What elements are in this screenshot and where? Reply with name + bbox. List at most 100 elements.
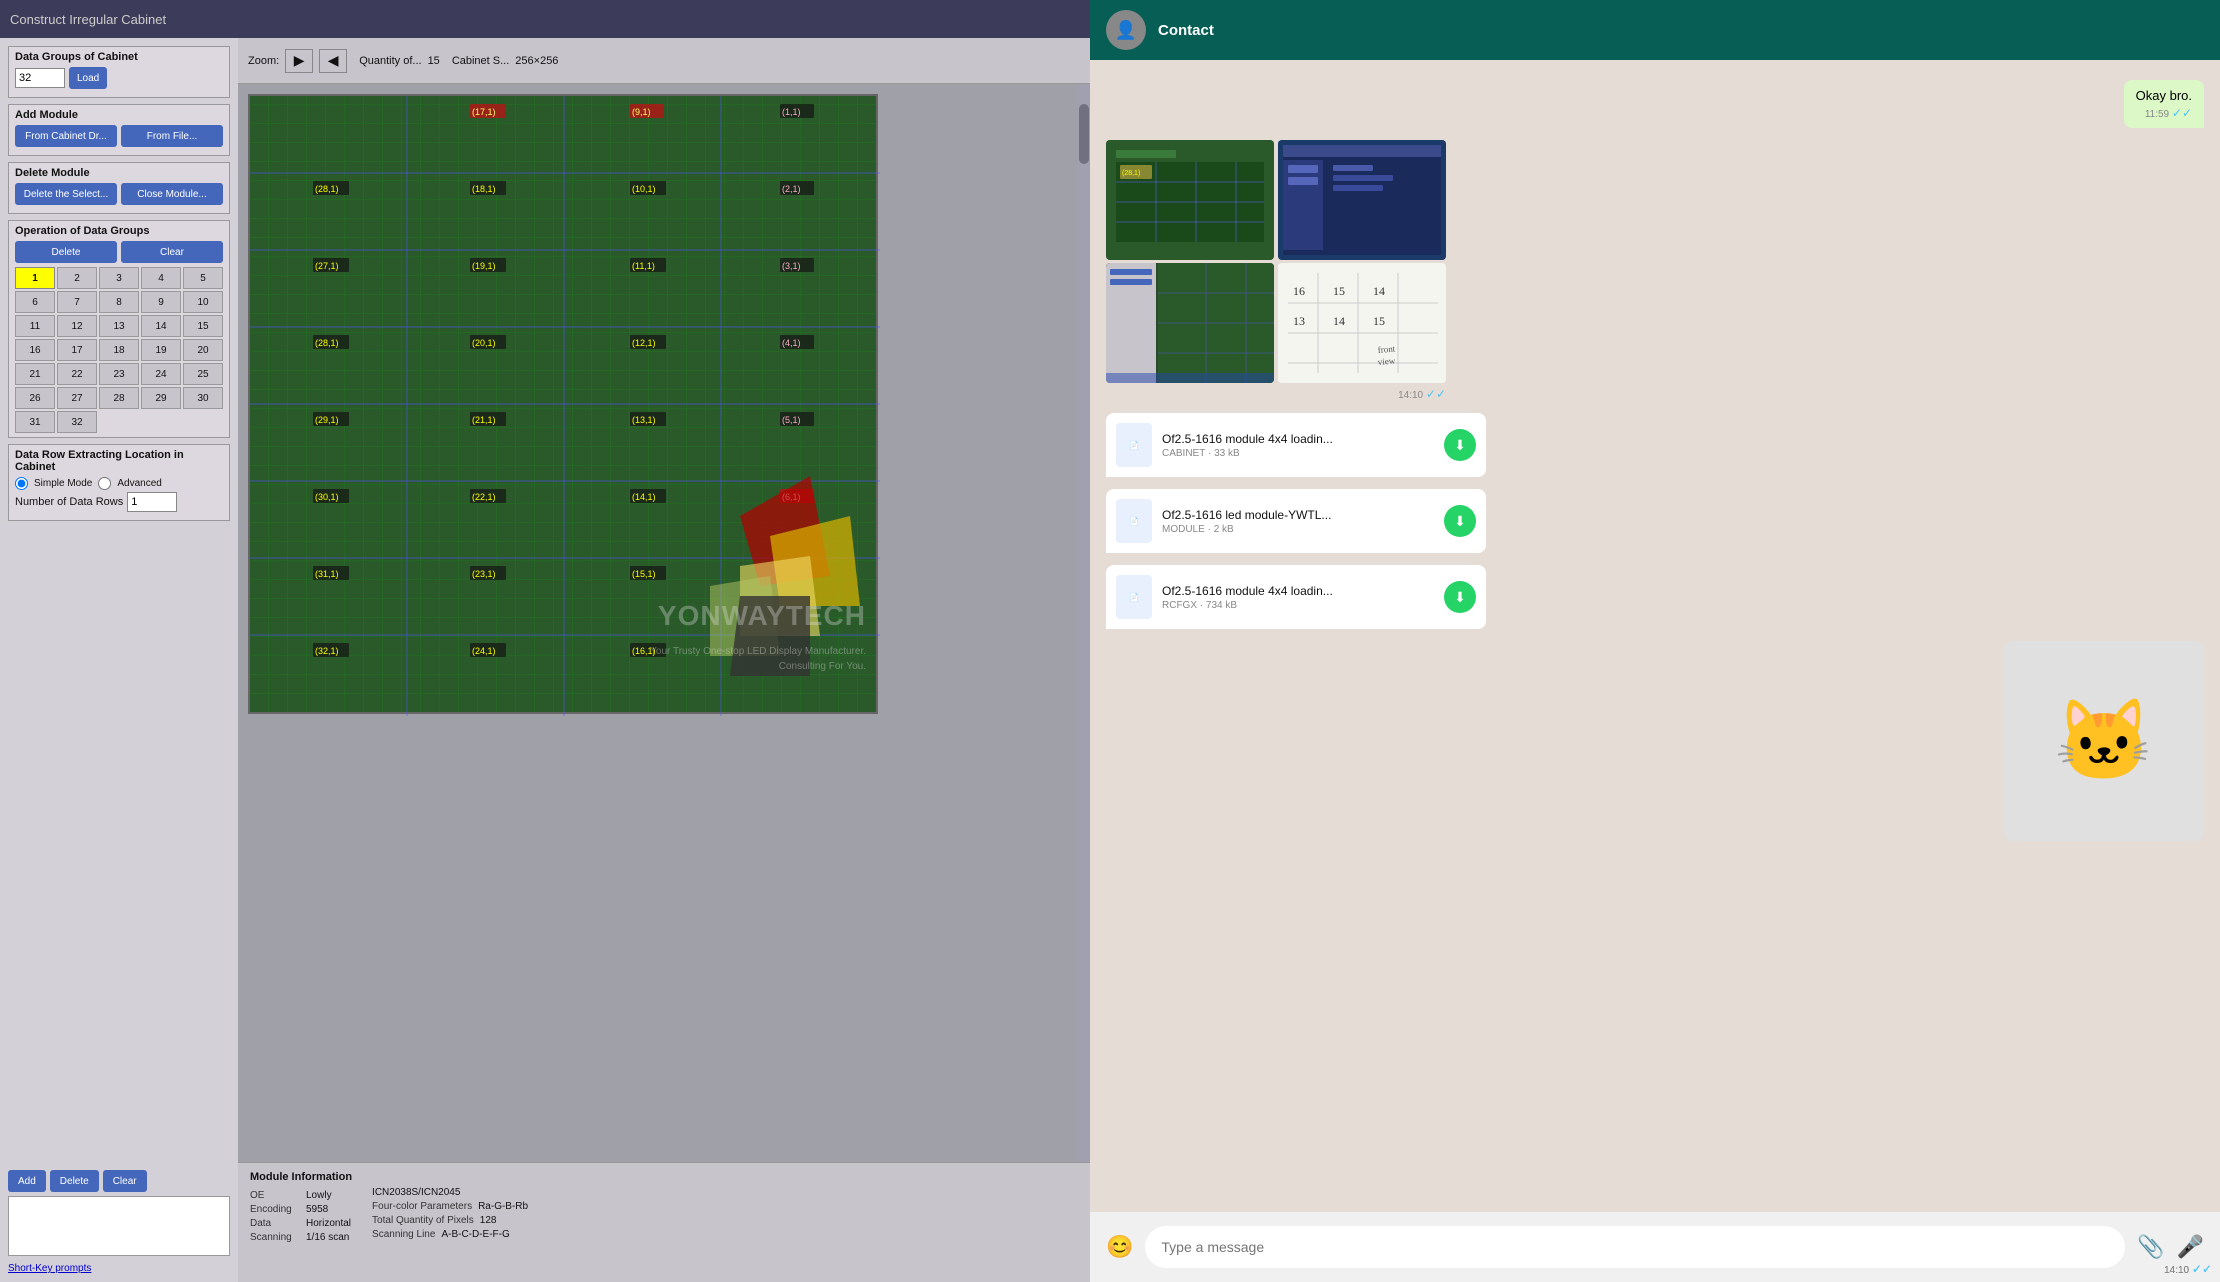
svg-text:(16,1): (16,1) — [632, 646, 656, 656]
svg-text:(22,1): (22,1) — [472, 492, 496, 502]
file-details-1: Of2.5-1616 module 4x4 loadin... CABINET … — [1162, 432, 1434, 459]
image-grid: (28,1) — [1106, 140, 1446, 383]
file-name-2: Of2.5-1616 led module-YWTL... — [1162, 508, 1434, 522]
window-titlebar: Construct Irregular Cabinet — [0, 0, 1090, 38]
load-button[interactable]: Load — [69, 67, 107, 89]
scroll-thumb[interactable] — [1079, 104, 1089, 164]
zoom-in-button[interactable]: ▶ — [285, 49, 313, 73]
num-btn-18[interactable]: 18 — [99, 339, 139, 361]
num-btn-22[interactable]: 22 — [57, 363, 97, 385]
download-btn-2[interactable]: ⬇ — [1444, 505, 1476, 537]
num-btn-21[interactable]: 21 — [15, 363, 55, 385]
num-btn-17[interactable]: 17 — [57, 339, 97, 361]
delete-operation-button[interactable]: Delete — [15, 241, 117, 263]
num-btn-10[interactable]: 10 — [183, 291, 223, 313]
scanning-label: Scanning — [250, 1232, 300, 1243]
num-btn-31[interactable]: 31 — [15, 411, 55, 433]
num-btn-23[interactable]: 23 — [99, 363, 139, 385]
zoom-out-button[interactable]: ◀ — [319, 49, 347, 73]
grid-svg: (17,1) (9,1) (1,1) (28,1) (18,1) (10,1) — [250, 96, 880, 716]
num-btn-32[interactable]: 32 — [57, 411, 97, 433]
svg-text:15: 15 — [1373, 314, 1385, 328]
svg-text:(21,1): (21,1) — [472, 415, 496, 425]
svg-text:(24,1): (24,1) — [472, 646, 496, 656]
num-btn-20[interactable]: 20 — [183, 339, 223, 361]
svg-text:(31,1): (31,1) — [315, 569, 339, 579]
shortkey-link[interactable]: Short-Key prompts — [8, 1263, 230, 1274]
svg-text:(13,1): (13,1) — [632, 415, 656, 425]
from-cabinet-button[interactable]: From Cabinet Dr... — [15, 125, 117, 147]
file-details-2: Of2.5-1616 led module-YWTL... MODULE · 2… — [1162, 508, 1434, 535]
vertical-scrollbar[interactable] — [1078, 84, 1090, 1162]
number-grid: 1 2 3 4 5 6 7 8 9 10 11 12 13 14 15 16 1 — [15, 267, 223, 433]
num-btn-6[interactable]: 6 — [15, 291, 55, 313]
num-btn-19[interactable]: 19 — [141, 339, 181, 361]
notes-textarea[interactable] — [8, 1196, 230, 1256]
num-btn-15[interactable]: 15 — [183, 315, 223, 337]
attach-icon[interactable]: 📎 — [2137, 1234, 2164, 1260]
num-btn-7[interactable]: 7 — [57, 291, 97, 313]
file-details-3: Of2.5-1616 module 4x4 loadin... RCFGX · … — [1162, 584, 1434, 611]
num-btn-16[interactable]: 16 — [15, 339, 55, 361]
num-btn-13[interactable]: 13 — [99, 315, 139, 337]
data-groups-input[interactable] — [15, 68, 65, 88]
emoji-icon[interactable]: 😊 — [1106, 1234, 1133, 1260]
num-btn-24[interactable]: 24 — [141, 363, 181, 385]
num-btn-1[interactable]: 1 — [15, 267, 55, 289]
svg-text:(9,1): (9,1) — [632, 107, 651, 117]
num-btn-25[interactable]: 25 — [183, 363, 223, 385]
file-icon-2: 📄 — [1116, 499, 1152, 543]
num-btn-14[interactable]: 14 — [141, 315, 181, 337]
from-file-button[interactable]: From File... — [121, 125, 223, 147]
file-type-2: MODULE — [1162, 524, 1205, 535]
close-module-button[interactable]: Close Module... — [121, 183, 223, 205]
num-btn-3[interactable]: 3 — [99, 267, 139, 289]
num-btn-27[interactable]: 27 — [57, 387, 97, 409]
toolbar: Zoom: ▶ ◀ Quantity of... 15 Cabinet S...… — [238, 38, 1090, 84]
clear-bottom-button[interactable]: Clear — [103, 1170, 147, 1192]
num-btn-8[interactable]: 8 — [99, 291, 139, 313]
image-group-message: (28,1) — [1106, 140, 1446, 401]
num-btn-12[interactable]: 12 — [57, 315, 97, 337]
wa-chat-area[interactable]: Okay bro. 11:59 ✓✓ — [1090, 60, 2220, 1212]
delete-bottom-button[interactable]: Delete — [50, 1170, 99, 1192]
canvas-container[interactable]: (17,1) (9,1) (1,1) (28,1) (18,1) (10,1) — [238, 84, 1090, 1162]
num-btn-2[interactable]: 2 — [57, 267, 97, 289]
svg-text:(11,1): (11,1) — [632, 261, 655, 271]
advanced-radio[interactable] — [98, 477, 111, 490]
file-message-3: 📄 Of2.5-1616 module 4x4 loadin... RCFGX … — [1106, 565, 1486, 629]
delete-selected-button[interactable]: Delete the Select... — [15, 183, 117, 205]
num-btn-11[interactable]: 11 — [15, 315, 55, 337]
file-icon-1: 📄 — [1116, 423, 1152, 467]
num-btn-9[interactable]: 9 — [141, 291, 181, 313]
thumb-1[interactable]: (28,1) — [1106, 140, 1274, 260]
thumb-1-svg: (28,1) — [1106, 140, 1274, 260]
num-btn-5[interactable]: 5 — [183, 267, 223, 289]
mic-icon[interactable]: 🎤 — [2177, 1234, 2204, 1260]
num-btn-30[interactable]: 30 — [183, 387, 223, 409]
add-bottom-button[interactable]: Add — [8, 1170, 46, 1192]
file-meta-2: MODULE · 2 kB — [1162, 524, 1434, 535]
simple-mode-radio[interactable] — [15, 477, 28, 490]
cabinet-size-value: 256×256 — [515, 55, 558, 67]
left-sidebar: Data Groups of Cabinet Load Add Module F… — [0, 38, 238, 1282]
thumb-2[interactable] — [1278, 140, 1446, 260]
thumb-3[interactable] — [1106, 263, 1274, 383]
download-btn-1[interactable]: ⬇ — [1444, 429, 1476, 461]
wa-message-input[interactable] — [1145, 1226, 2125, 1268]
main-canvas-area: Zoom: ▶ ◀ Quantity of... 15 Cabinet S...… — [238, 38, 1090, 1282]
num-rows-input[interactable] — [127, 492, 177, 512]
grid-canvas[interactable]: (17,1) (9,1) (1,1) (28,1) (18,1) (10,1) — [248, 94, 878, 714]
download-btn-3[interactable]: ⬇ — [1444, 581, 1476, 613]
svg-text:(28,1): (28,1) — [1122, 170, 1140, 177]
add-module-section: Add Module From Cabinet Dr... From File.… — [8, 104, 230, 156]
num-btn-29[interactable]: 29 — [141, 387, 181, 409]
svg-text:(20,1): (20,1) — [472, 338, 496, 348]
thumb-4[interactable]: 16 15 14 13 14 15 front view — [1278, 263, 1446, 383]
num-btn-28[interactable]: 28 — [99, 387, 139, 409]
num-btn-4[interactable]: 4 — [141, 267, 181, 289]
clear-operation-button[interactable]: Clear — [121, 241, 223, 263]
svg-text:(29,1): (29,1) — [315, 415, 339, 425]
num-btn-26[interactable]: 26 — [15, 387, 55, 409]
delete-module-label: Delete Module — [15, 167, 223, 179]
